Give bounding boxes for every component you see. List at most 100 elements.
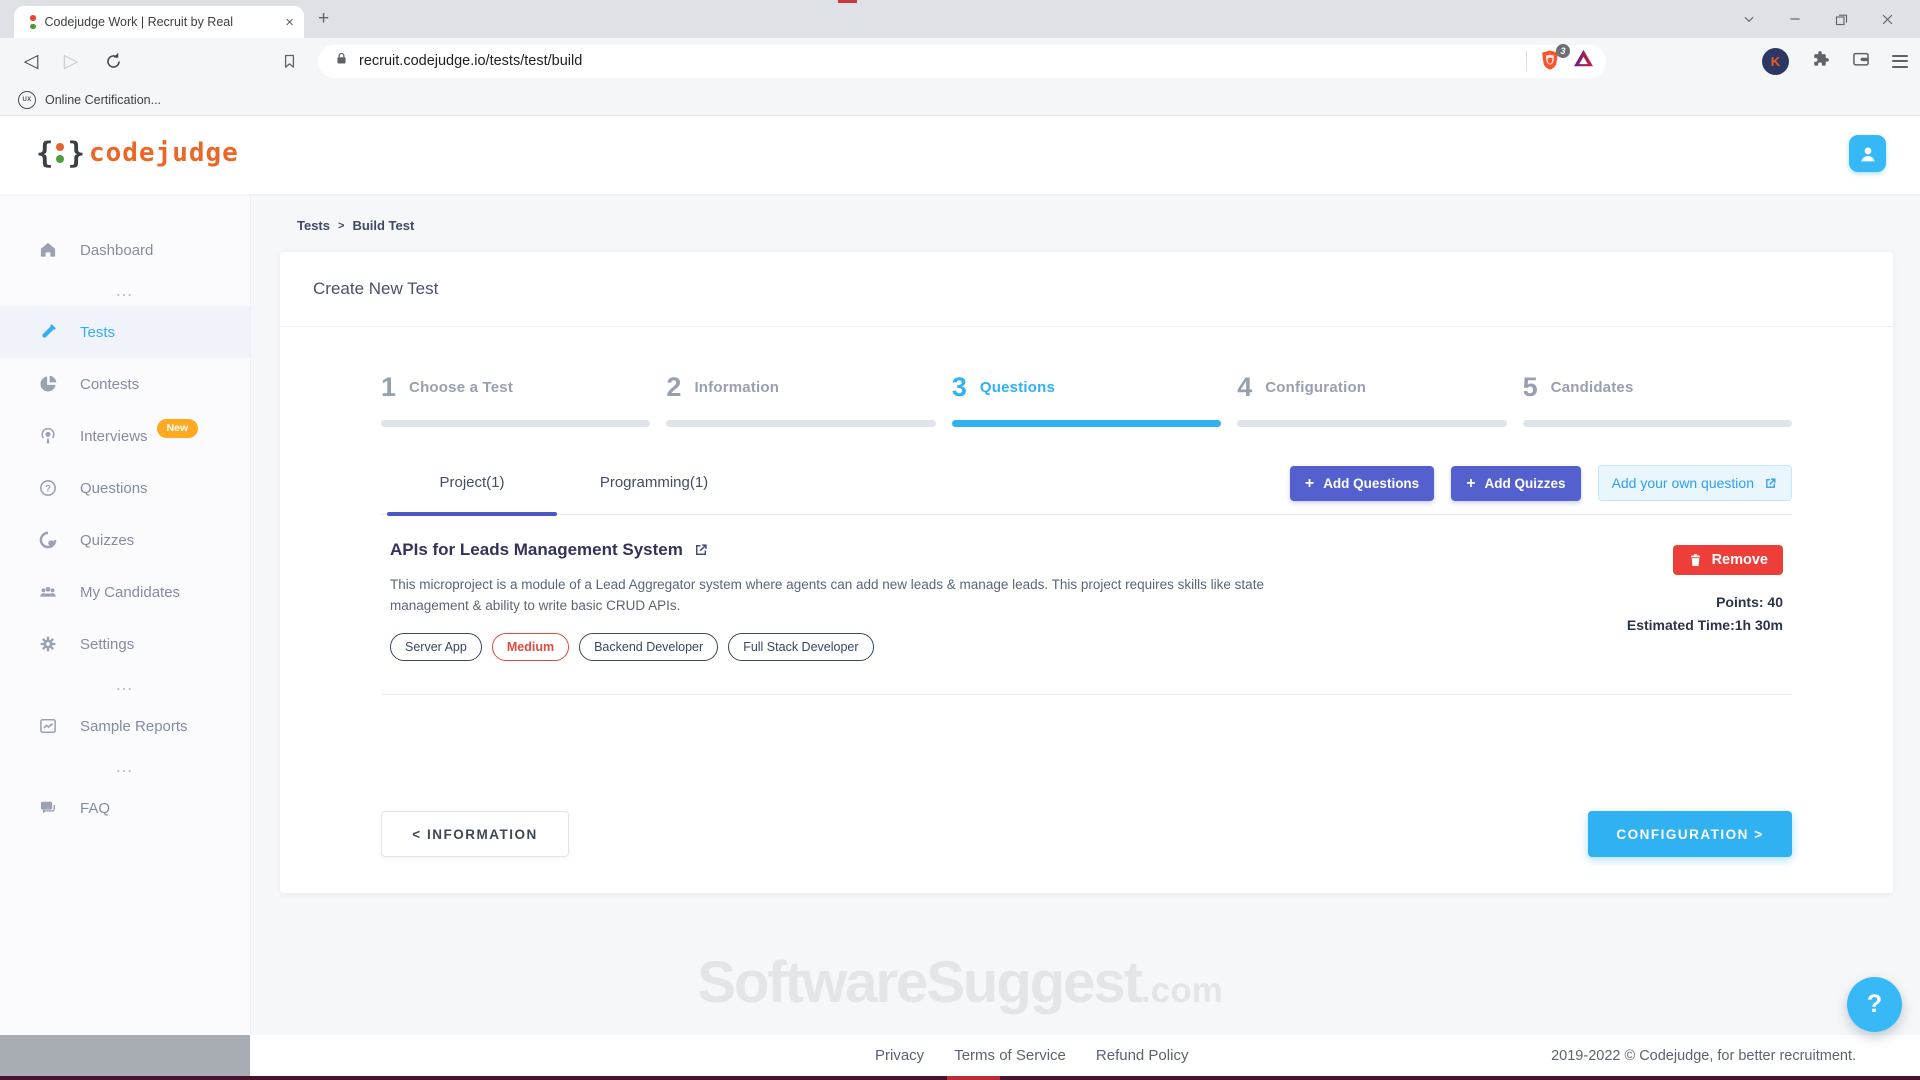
extensions-puzzle-icon[interactable] [1810,49,1830,74]
bookmark-item[interactable]: Online Certification... [45,93,161,107]
plus-icon: + [1305,477,1314,490]
next-label: CONFIGURATION [1616,827,1749,842]
sidebar-label: My Candidates [80,584,180,601]
browser-profile-avatar[interactable]: K [1762,48,1789,75]
logo-brace-left: { [36,136,53,170]
add-questions-button[interactable]: + Add Questions [1290,466,1434,501]
breadcrumb: Tests > Build Test [297,218,414,233]
step-progress-bar [1523,420,1792,427]
bookmarks-bar: UX Online Certification... [0,84,1920,116]
user-profile-button[interactable] [1849,135,1886,172]
footer-link-privacy[interactable]: Privacy [875,1047,924,1064]
sidebar-item-dashboard[interactable]: Dashboard [0,224,250,276]
question-points: Points: 40 [1627,594,1783,610]
step-information[interactable]: 2Information [666,367,935,427]
step-label: Configuration [1265,379,1366,396]
reload-button[interactable] [96,38,130,84]
footer-links: Privacy Terms of Service Refund Policy [875,1035,1188,1076]
active-tab-underline [387,512,557,516]
codejudge-favicon [30,15,36,29]
watermark-suffix: .com [1141,971,1223,1010]
codejudge-logo[interactable]: { } codejudge [36,136,239,170]
information-back-button[interactable]: < INFORMATION [381,811,569,857]
step-configuration[interactable]: 4 Configuration [1237,367,1506,427]
footer-copyright: 2019-2022 © Codejudge, for better recrui… [1551,1035,1856,1076]
chat-icon [37,798,59,818]
bat-rewards-icon[interactable] [1573,49,1594,73]
chevron-right: > [1754,827,1763,842]
step-number: 4 [1237,372,1252,403]
add-quizzes-label: Add Quizzes [1485,476,1566,491]
step-progress-bar [381,420,650,427]
configuration-next-button[interactable]: CONFIGURATION > [1588,811,1792,857]
window-restore-button[interactable] [1818,0,1864,38]
step-number: 1 [381,372,396,403]
sidebar-item-questions[interactable]: ? Questions [0,462,250,514]
card-header: Create New Test [280,252,1893,327]
sidebar-label: Dashboard [80,242,153,259]
remove-question-button[interactable]: Remove [1673,545,1783,575]
breadcrumb-build-test[interactable]: Build Test [352,218,414,233]
back-button[interactable]: ◁ [14,38,48,84]
new-tab-button[interactable]: + [318,8,329,30]
logo-brace-right: } [67,136,84,170]
sidebar-item-contests[interactable]: Contests [0,358,250,410]
gear-icon [37,634,59,654]
step-choose-a-test[interactable]: 1Choose a Test [381,367,650,427]
step-label: Candidates [1551,379,1634,396]
back-label: INFORMATION [427,827,538,842]
add-quizzes-button[interactable]: + Add Quizzes [1451,466,1580,501]
tab-close-icon[interactable]: × [285,15,294,30]
tab-search-chevron-icon[interactable] [1726,0,1772,38]
external-link-icon[interactable] [693,542,709,558]
url-bar[interactable]: recruit.codejudge.io/tests/test/build 3 [318,45,1606,78]
question-title-text: APIs for Leads Management System [390,540,683,560]
footer-link-refund[interactable]: Refund Policy [1096,1047,1189,1064]
page-title: Create New Test [313,279,438,299]
help-button[interactable]: ? [1847,977,1902,1032]
sidebar-item-tests[interactable]: Tests [0,306,250,358]
wallet-icon[interactable] [1851,49,1871,74]
tab-programming[interactable]: Programming(1) [563,474,745,514]
sidebar-item-faq[interactable]: FAQ [0,782,250,834]
tab-project[interactable]: Project(1) [381,474,563,514]
tag-server-app: Server App [390,633,482,661]
logo-wordmark: codejudge [89,138,239,168]
browser-menu-icon[interactable] [1892,55,1908,68]
app-header: { } codejudge [0,116,1920,194]
breadcrumb-tests[interactable]: Tests [297,218,330,233]
sidebar-label: Contests [80,376,139,393]
sidebar-item-interviews[interactable]: Interviews New [0,410,250,462]
question-title[interactable]: APIs for Leads Management System [390,540,1300,560]
sidebar-ellipsis: ... [0,276,250,306]
sidebar-item-quizzes[interactable]: Quizzes [0,514,250,566]
forward-button[interactable]: ▷ [54,38,88,84]
window-minimize-button[interactable] [1772,0,1818,38]
wizard-nav-row: < INFORMATION CONFIGURATION > [381,811,1792,857]
browser-toolbar: ◁ ▷ recruit.codejudge.io/tests/test/buil… [0,38,1920,84]
sidebar-ellipsis: ... [0,670,250,700]
question-description: This microproject is a module of a Lead … [390,575,1300,616]
bottom-frame-red-segment [947,1076,1000,1080]
sidebar-item-sample-reports[interactable]: Sample Reports [0,700,250,752]
footer-link-terms[interactable]: Terms of Service [954,1047,1066,1064]
question-estimated-time: Estimated Time:1h 30m [1627,617,1783,633]
sidebar-item-my-candidates[interactable]: My Candidates [0,566,250,618]
browser-active-tab[interactable]: Codejudge Work | Recruit by Real × [14,6,304,38]
person-icon [1857,143,1879,165]
home-icon [37,240,59,260]
watermark-main: SoftwareSuggest [697,950,1141,1015]
sidebar-label: Settings [80,636,134,653]
step-questions[interactable]: 3Questions [952,367,1221,427]
bookmark-flag-icon[interactable] [272,38,306,84]
step-progress-bar-active [952,420,1221,427]
window-close-button[interactable] [1864,0,1910,38]
question-tags: Server App Medium Backend Developer Full… [390,633,1300,661]
brave-shield-icon[interactable]: 3 [1539,49,1563,73]
sidebar-label: Interviews [80,428,148,445]
sidebar-label: Quizzes [80,532,134,549]
sidebar-item-settings[interactable]: Settings [0,618,250,670]
step-candidates[interactable]: 5Candidates [1523,367,1792,427]
question-circle-icon: ? [37,478,59,498]
add-own-question-button[interactable]: Add your own question [1598,465,1792,501]
